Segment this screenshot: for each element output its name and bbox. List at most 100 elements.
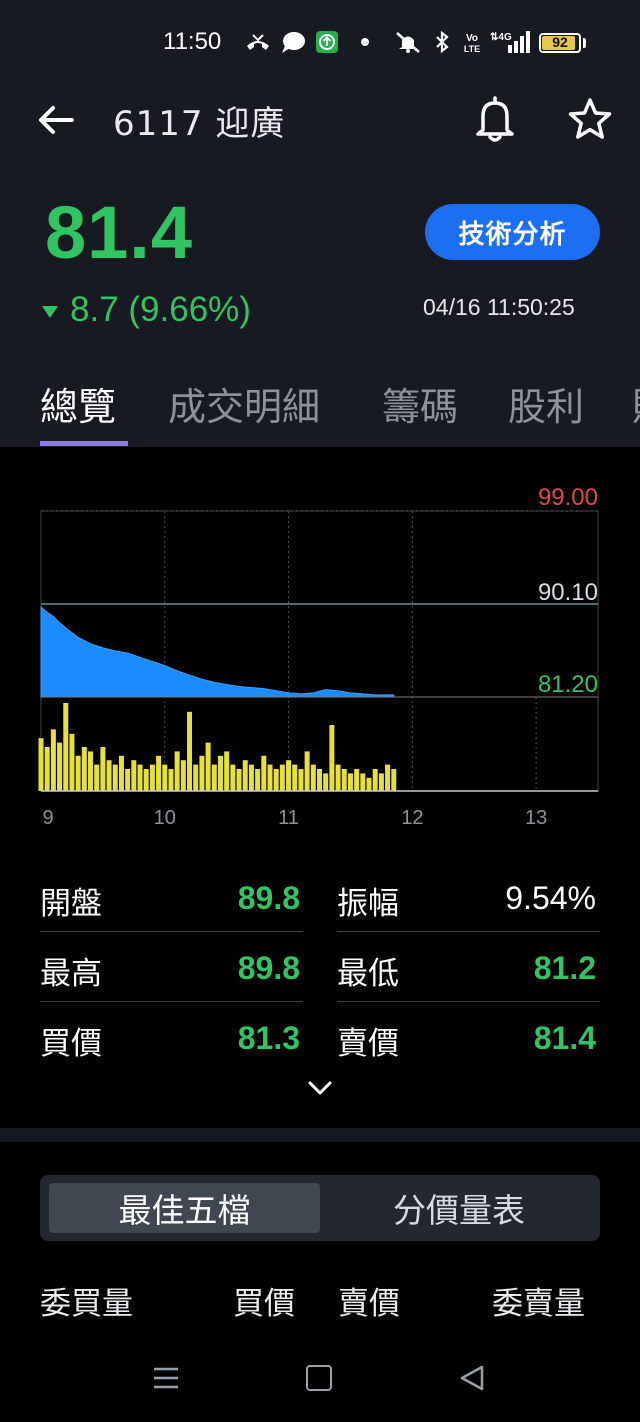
segment-price-volume[interactable]: 分價量表 [325, 1183, 593, 1233]
dot-icon [361, 38, 369, 46]
technical-analysis-button[interactable]: 技術分析 [425, 204, 600, 260]
volume-bar [391, 769, 397, 791]
volume-bar [125, 769, 131, 791]
stat-divider [337, 931, 600, 932]
svg-text:⇅4G: ⇅4G [490, 32, 512, 43]
segment-best-five[interactable]: 最佳五檔 [49, 1183, 320, 1233]
tab-trade-details[interactable]: 成交明細 [168, 376, 320, 430]
tab-financials[interactable]: 財 [632, 376, 640, 430]
volume-bar [187, 711, 193, 791]
tab-dividends[interactable]: 股利 [508, 376, 584, 430]
stat-value: 81.4 [533, 1020, 596, 1056]
volume-bar [224, 751, 230, 791]
header-bid-price: 買價 [233, 1286, 295, 1322]
volume-bar [44, 747, 50, 791]
volte-icon: Vo LTE [464, 33, 480, 54]
volume-bar [69, 733, 75, 791]
svg-text:LTE: LTE [464, 44, 480, 54]
volume-bar [267, 764, 273, 791]
volume-bar [341, 769, 347, 791]
y-label-ref: 90.10 [538, 579, 598, 606]
x-tick-label: 12 [401, 807, 423, 829]
volume-bar [354, 769, 360, 791]
header-ask-price: 賣價 [338, 1286, 400, 1322]
volume-bar [168, 769, 174, 791]
volume-bar [236, 769, 242, 791]
volume-bar [310, 764, 316, 791]
volume-bar [94, 764, 100, 791]
volume-bar [112, 764, 118, 791]
section-divider [0, 1128, 640, 1142]
chat-bubble-icon [282, 32, 305, 53]
volume-bar [385, 764, 391, 791]
volume-bar [38, 738, 44, 791]
header-bid-volume: 委買量 [40, 1286, 133, 1322]
bell-icon[interactable] [472, 96, 518, 144]
down-triangle-icon [42, 306, 58, 318]
volume-bar [317, 769, 322, 791]
stat-value: 89.8 [237, 880, 300, 916]
intraday-chart: 99.00 90.10 81.20 9 10 11 12 13 [38, 484, 599, 829]
chevron-down-icon[interactable] [305, 1076, 335, 1100]
stat-value: 81.2 [533, 950, 596, 986]
svg-text:Vo: Vo [466, 33, 478, 44]
volume-bar [261, 755, 267, 791]
price-area-series [40, 606, 395, 698]
stat-label: 最高 [40, 956, 102, 992]
volume-bar [217, 755, 223, 791]
back-triangle-icon[interactable] [458, 1364, 486, 1392]
y-label-low: 81.20 [538, 671, 598, 698]
volume-bar [292, 764, 298, 791]
tab-overview[interactable]: 總覽 [40, 376, 116, 430]
volume-bar [378, 773, 384, 791]
stat-divider [337, 1001, 600, 1002]
star-icon[interactable] [566, 96, 614, 144]
quote-timestamp: 04/16 11:50:25 [423, 294, 575, 320]
stat-label: 最低 [337, 956, 399, 992]
stat-divider [40, 1001, 303, 1002]
tab-chips[interactable]: 籌碼 [382, 376, 458, 430]
volume-bar [366, 777, 372, 791]
order-book-segment: 最佳五檔 分價量表 [40, 1175, 600, 1241]
volume-bar [248, 764, 254, 791]
volume-bar [372, 769, 378, 791]
x-tick-label: 9 [42, 807, 53, 829]
volume-bar [193, 764, 199, 791]
volume-bar [304, 751, 310, 791]
stat-label: 賣價 [337, 1026, 399, 1062]
arrow-left-icon[interactable] [36, 100, 76, 140]
battery-icon: 92 [539, 33, 581, 53]
missed-call-icon [247, 34, 269, 50]
battery-cap [583, 38, 586, 48]
volume-bar [211, 764, 217, 791]
volume-bar [255, 769, 261, 791]
price-change: 8.7 (9.66%) [70, 290, 251, 329]
stat-value: 81.3 [237, 1020, 300, 1056]
stat-value: 9.54% [505, 880, 596, 916]
chart-frame [40, 510, 599, 792]
volume-bar [273, 769, 279, 791]
stat-value: 89.8 [237, 950, 300, 986]
volume-bar [63, 703, 69, 791]
volume-bar [131, 760, 137, 791]
stat-divider [40, 931, 303, 932]
volume-bar [106, 760, 112, 791]
volume-bar [137, 764, 143, 791]
upload-app-icon [316, 31, 338, 53]
menu-icon[interactable] [152, 1365, 180, 1391]
volume-bar [143, 769, 149, 791]
y-label-high: 99.00 [538, 484, 598, 511]
status-time: 11:50 [163, 28, 222, 55]
volume-bar [242, 760, 248, 791]
x-tick-label: 11 [278, 807, 299, 829]
volume-bar [88, 751, 94, 791]
volume-bar [100, 747, 106, 791]
x-tick-label: 10 [154, 807, 176, 829]
home-square-icon[interactable] [306, 1365, 332, 1391]
battery-percent: 92 [552, 34, 568, 50]
current-price: 81.4 [45, 191, 194, 274]
volume-bar [199, 755, 205, 791]
volume-bar [286, 760, 292, 791]
volume-bar [57, 742, 63, 791]
volume-bar [360, 773, 366, 791]
